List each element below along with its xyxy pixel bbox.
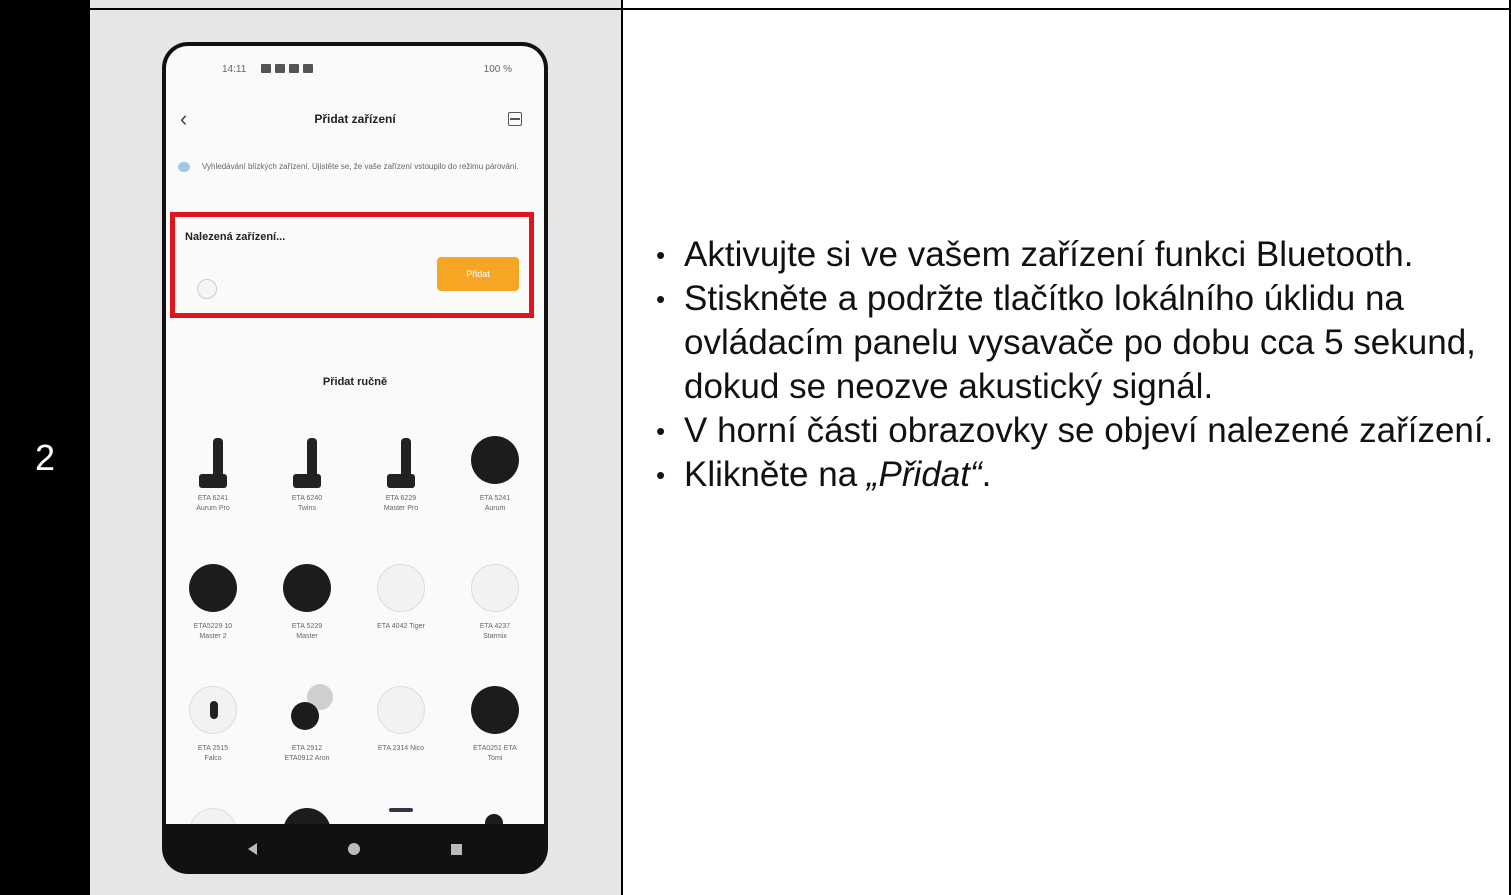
instructions: Aktivujte si ve vašem zařízení funkci Bl… — [654, 233, 1504, 497]
dock-station-icon — [387, 438, 415, 488]
instruction-item: Stiskněte a podržte tlačítko lokálního ú… — [654, 277, 1504, 409]
status-bar: 14:11 100 % — [166, 64, 544, 84]
device-item-partial — [354, 806, 448, 824]
robot-vacuum-white-icon — [377, 686, 425, 734]
robot-vacuum-black-icon — [283, 564, 331, 612]
table-top-border — [90, 8, 1511, 10]
robot-vacuum-icon — [389, 808, 413, 812]
device-item-partial — [260, 806, 354, 824]
robot-vacuum-white-icon — [189, 686, 237, 734]
instruction-text: . — [981, 455, 992, 494]
device-sub: Tomi — [487, 755, 503, 762]
nav-home-icon[interactable] — [347, 843, 360, 855]
notification-icons — [261, 64, 313, 73]
status-time: 14:11 — [222, 64, 247, 75]
screen-title: Přidat zařízení — [314, 112, 396, 126]
device-sub: ETA0912 Aron — [284, 755, 330, 762]
robot-vacuum-black-icon — [471, 686, 519, 734]
step-number: 2 — [0, 0, 90, 895]
manual-add-title: Přidat ručně — [322, 376, 388, 388]
android-nav-bar — [162, 824, 548, 874]
device-sub: Master Pro — [383, 505, 419, 512]
app-header: ‹ Přidat zařízení — [166, 106, 544, 136]
device-item[interactable]: ETA0251 ETA Tomi — [448, 684, 542, 764]
device-name: ETA0251 ETA — [473, 745, 517, 752]
nav-recents-icon[interactable] — [451, 843, 463, 855]
robot-vacuum-white-icon — [377, 564, 425, 612]
device-item[interactable]: ETA 5241 Aurum — [448, 434, 542, 514]
device-item[interactable]: ETA 5229 Master — [260, 562, 354, 642]
device-item[interactable]: ETA 6240 Twins — [260, 434, 354, 514]
device-name: ETA 6229 — [385, 495, 417, 502]
robot-vacuum-black-icon — [283, 808, 331, 824]
dock-station-icon — [199, 438, 227, 488]
found-devices-label: Nalezená zařízení... — [185, 231, 286, 243]
device-item[interactable]: ETA 4042 Tiger — [354, 562, 448, 632]
column-divider — [621, 0, 623, 895]
device-name: ETA 5241 — [479, 495, 511, 502]
device-name: ETA 2314 Nico — [377, 745, 425, 752]
robot-vacuum-pair-icon — [281, 684, 333, 738]
dock-station-icon — [293, 438, 321, 488]
device-item[interactable]: ETA 2912 ETA0912 Aron — [260, 684, 354, 764]
robot-vacuum-black-icon — [471, 436, 519, 484]
device-sub: Twins — [298, 505, 316, 512]
device-sub: Master 2 — [199, 633, 227, 640]
instruction-emphasis: „Přidat“ — [866, 455, 982, 494]
instruction-text: Klikněte na — [684, 455, 867, 494]
robot-vacuum-white-icon — [189, 808, 237, 824]
device-name: ETA 6241 — [197, 495, 229, 502]
phone-screen: 14:11 100 % ‹ Přidat zařízení Vyhledáván… — [166, 46, 544, 824]
device-item[interactable]: ETA 6241 Aurum Pro — [166, 434, 260, 514]
device-name: ETA 5229 — [291, 623, 323, 630]
device-name: ETA5229 10 — [193, 623, 233, 630]
step-number-text: 2 — [34, 436, 56, 478]
device-item-partial — [166, 806, 260, 824]
device-sub: Aurum — [484, 505, 506, 512]
device-name: ETA 4042 Tiger — [377, 623, 425, 630]
add-device-button[interactable]: Přidat — [437, 257, 519, 291]
device-item[interactable]: ETA 2515 Falco — [166, 684, 260, 764]
device-item[interactable]: ETA 6229 Master Pro — [354, 434, 448, 514]
device-sub: Aurum Pro — [196, 505, 230, 512]
device-item[interactable]: ETA 4237 Starmix — [448, 562, 542, 642]
found-devices-highlight: Nalezená zařízení... Přidat — [170, 212, 534, 318]
instruction-item: V horní části obrazovky se objeví naleze… — [654, 409, 1504, 453]
instruction-item: Aktivujte si ve vašem zařízení funkci Bl… — [654, 233, 1504, 277]
found-device-icon — [197, 279, 217, 299]
robot-vacuum-white-icon — [471, 564, 519, 612]
device-name: ETA 6240 — [291, 495, 323, 502]
device-name: ETA 4237 — [479, 623, 511, 630]
device-sub: Master — [296, 633, 318, 640]
robot-vacuum-black-icon — [485, 814, 503, 824]
nav-back-icon[interactable] — [247, 843, 257, 855]
search-status: Vyhledávání blízkých zařízení. Ujistěte … — [178, 159, 528, 175]
device-sub: Starmix — [483, 633, 507, 640]
device-item[interactable]: ETA5229 10 Master 2 — [166, 562, 260, 642]
device-item[interactable]: ETA 2314 Nico — [354, 684, 448, 754]
device-item-partial — [448, 806, 542, 824]
instruction-item: Klikněte na „Přidat“. — [654, 453, 1504, 497]
battery-status: 100 % — [483, 64, 512, 75]
device-sub: Falco — [204, 755, 222, 762]
scan-icon[interactable] — [508, 112, 522, 126]
search-message: Vyhledávání blízkých zařízení. Ujistěte … — [202, 162, 519, 171]
phone-mockup: 14:11 100 % ‹ Přidat zařízení Vyhledáván… — [162, 42, 548, 874]
device-name: ETA 2515 — [197, 745, 229, 752]
bluetooth-search-icon — [178, 162, 190, 172]
device-name: ETA 2912 — [291, 745, 323, 752]
robot-vacuum-black-icon — [189, 564, 237, 612]
